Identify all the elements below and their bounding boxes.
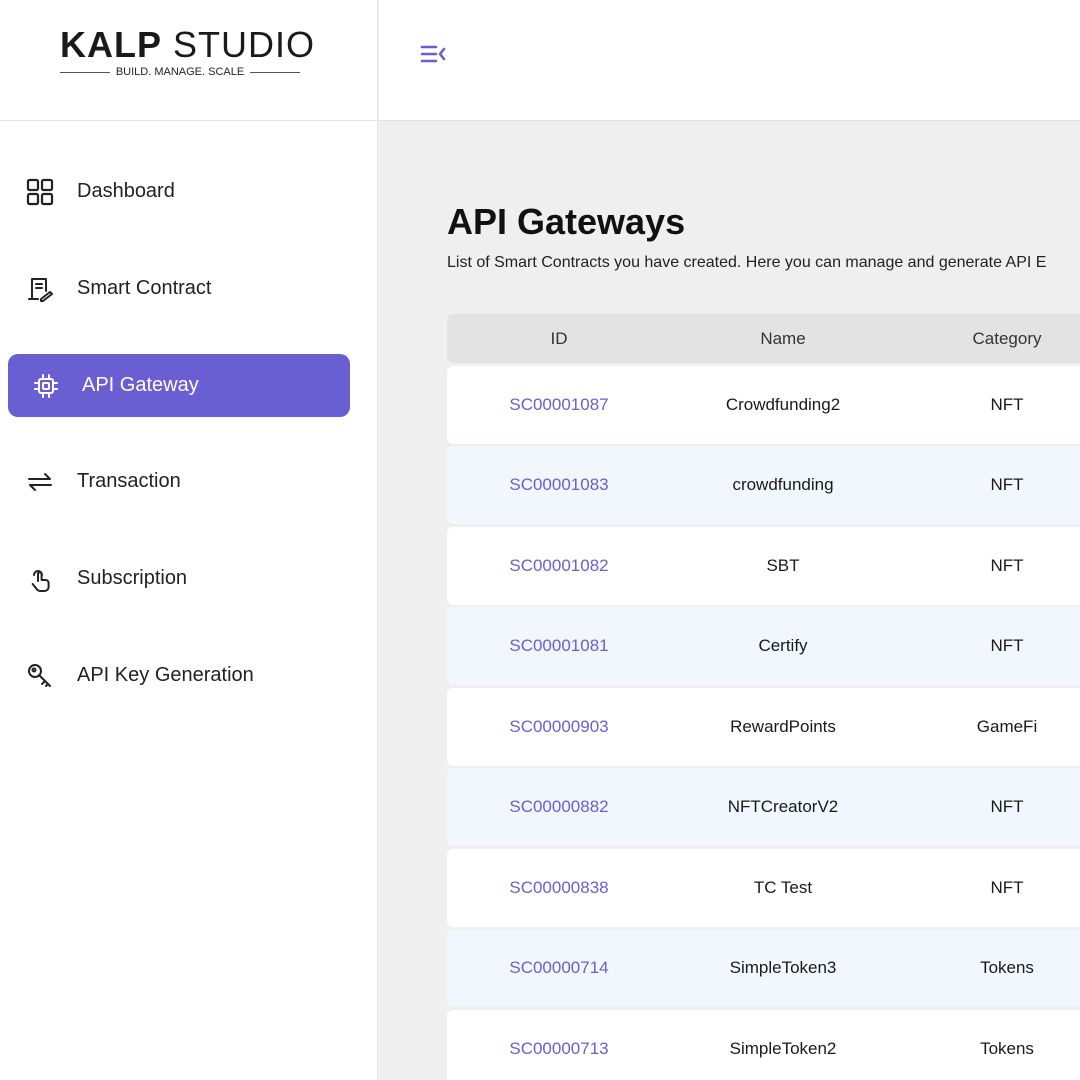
contract-category: Tokens: [980, 1039, 1034, 1058]
swap-arrows-icon: [26, 468, 54, 496]
sidebar-item-label: Dashboard: [77, 180, 175, 202]
contract-id-link[interactable]: SC00000713: [447, 1010, 671, 1080]
contract-name: SimpleToken3: [729, 958, 837, 977]
contract-icon: [26, 275, 54, 303]
contract-category: NFT: [990, 878, 1024, 897]
contract-id-link[interactable]: SC00001087: [447, 366, 671, 444]
sidebar-item-label: API Key Generation: [77, 664, 254, 686]
page-subtitle: List of Smart Contracts you have created…: [447, 254, 1047, 271]
contract-category: GameFi: [976, 717, 1038, 736]
contract-name: SimpleToken2: [729, 1039, 837, 1058]
contract-id-link[interactable]: SC00001081: [447, 607, 671, 685]
contract-id-link[interactable]: SC00000838: [447, 849, 671, 927]
contract-name: SBT: [766, 556, 800, 575]
menu-collapse-icon[interactable]: [419, 40, 447, 68]
column-header-category[interactable]: Category: [895, 314, 1080, 363]
tap-hand-icon: [26, 565, 54, 593]
contract-category: NFT: [990, 797, 1024, 816]
table-header: ID Name Category: [447, 314, 1080, 363]
table-row[interactable]: SC00001087 Crowdfunding2 NFT: [447, 366, 1080, 444]
brand-name-bold: KALP: [60, 24, 162, 65]
contract-id-link[interactable]: SC00001083: [447, 446, 671, 524]
sidebar-item-transaction[interactable]: Transaction: [8, 450, 350, 513]
contract-id-link[interactable]: SC00001082: [447, 527, 671, 605]
sidebar-item-dashboard[interactable]: Dashboard: [8, 160, 350, 223]
table-row[interactable]: SC00000882 NFTCreatorV2 NFT: [447, 768, 1080, 846]
table-row[interactable]: SC00001083 crowdfunding NFT: [447, 446, 1080, 524]
sidebar-item-subscription[interactable]: Subscription: [8, 547, 350, 610]
sidebar-item-label: API Gateway: [82, 374, 199, 396]
sidebar-item-api-gateway[interactable]: API Gateway: [8, 354, 350, 417]
grid-icon: [26, 178, 54, 206]
top-header: [379, 0, 1080, 121]
table-row[interactable]: SC00000713 SimpleToken2 Tokens: [447, 1010, 1080, 1080]
column-header-name[interactable]: Name: [671, 314, 895, 363]
contract-name: Crowdfunding2: [725, 395, 841, 414]
contract-category: NFT: [990, 395, 1024, 414]
page-title: API Gateways: [447, 201, 686, 242]
logo[interactable]: KALP STUDIO BUILD. MANAGE. SCALE: [0, 0, 377, 121]
sidebar-item-api-key-generation[interactable]: API Key Generation: [8, 644, 350, 707]
table-row[interactable]: SC00000903 RewardPoints GameFi: [447, 688, 1080, 766]
sidebar-item-label: Smart Contract: [77, 277, 212, 299]
table-row[interactable]: SC00000838 TC Test NFT: [447, 849, 1080, 927]
brand-tagline-text: BUILD. MANAGE. SCALE: [115, 66, 245, 78]
contract-id-link[interactable]: SC00000903: [447, 688, 671, 766]
contract-id-link[interactable]: SC00000882: [447, 768, 671, 846]
main-content: API Gateways List of Smart Contracts you…: [379, 121, 1080, 1080]
brand-name: KALP STUDIO: [60, 24, 314, 66]
brand-name-light: STUDIO: [173, 24, 316, 65]
table-row[interactable]: SC00001081 Certify NFT: [447, 607, 1080, 685]
sidebar-item-label: Subscription: [77, 567, 188, 589]
contract-category: NFT: [990, 556, 1024, 575]
contract-id-link[interactable]: SC00000714: [447, 929, 671, 1007]
table-row[interactable]: SC00000714 SimpleToken3 Tokens: [447, 929, 1080, 1007]
contract-name: NFTCreatorV2: [727, 797, 839, 816]
sidebar: KALP STUDIO BUILD. MANAGE. SCALE Dashboa…: [0, 0, 378, 1080]
sidebar-item-label: Transaction: [77, 470, 181, 492]
contract-category: NFT: [990, 475, 1024, 494]
key-icon: [26, 662, 54, 690]
brand-tagline: BUILD. MANAGE. SCALE: [60, 66, 300, 78]
contract-category: Tokens: [980, 958, 1034, 977]
contract-name: crowdfunding: [732, 475, 834, 494]
contract-name: Certify: [758, 636, 808, 655]
column-header-id[interactable]: ID: [447, 314, 671, 363]
contract-name: TC Test: [753, 878, 813, 897]
contract-category: NFT: [990, 636, 1024, 655]
contract-name: RewardPoints: [730, 717, 836, 736]
table-row[interactable]: SC00001082 SBT NFT: [447, 527, 1080, 605]
chip-icon: [32, 372, 60, 400]
sidebar-item-smart-contract[interactable]: Smart Contract: [8, 257, 350, 320]
